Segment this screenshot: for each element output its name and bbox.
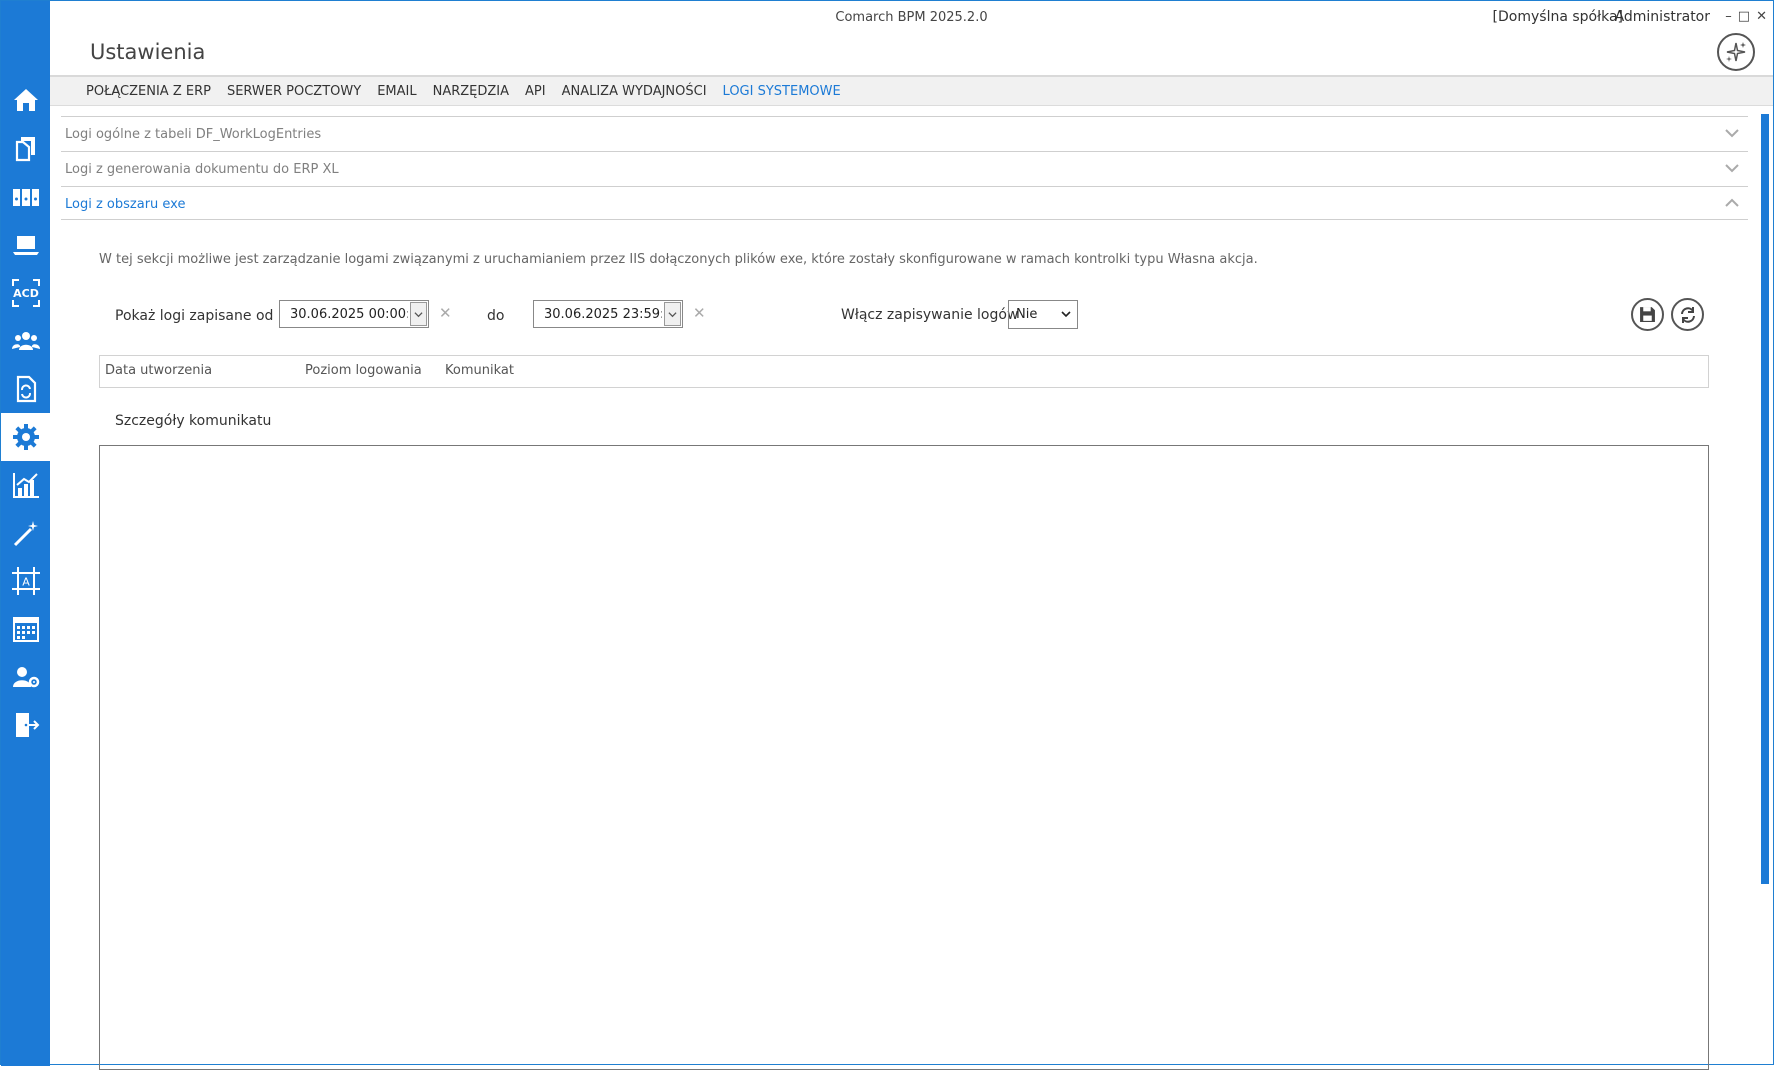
sidebar-item-wizard[interactable]: [1, 509, 50, 557]
chevron-down-icon: [414, 311, 423, 317]
gear-icon: [12, 424, 39, 450]
sidebar-item-documents[interactable]: [1, 124, 50, 172]
refresh-button[interactable]: [1671, 298, 1704, 331]
column-header-created-date[interactable]: Data utworzenia: [105, 363, 212, 378]
sidebar-item-settings[interactable]: [1, 413, 50, 461]
date-to-clear-button[interactable]: ✕: [693, 304, 706, 322]
date-to-label: do: [487, 308, 505, 324]
accordion-item-general-logs[interactable]: Logi ogólne z tabeli DF_WorkLogEntries: [61, 116, 1748, 151]
sidebar-item-workstation[interactable]: [1, 221, 50, 269]
date-to-input[interactable]: [534, 302, 662, 326]
column-header-log-level[interactable]: Poziom logowania: [305, 363, 422, 378]
accordion-item-exe-logs[interactable]: Logi z obszaru exe: [61, 186, 1748, 220]
accordion-label: Logi ogólne z tabeli DF_WorkLogEntries: [65, 127, 322, 142]
floppy-disk-icon: [1640, 307, 1655, 322]
section-description: W tej sekcji możliwe jest zarządzanie lo…: [99, 252, 1258, 267]
minimize-button[interactable]: –: [1725, 9, 1732, 24]
refresh-icon: [1680, 306, 1695, 323]
save-button[interactable]: [1631, 298, 1664, 331]
documents-icon: [15, 137, 35, 162]
chevron-up-icon: [1725, 198, 1739, 207]
sidebar-item-binders[interactable]: [1, 173, 50, 221]
tab-mail-server[interactable]: SERWER POCZTOWY: [219, 84, 369, 99]
save-logs-label: Włącz zapisywanie logów: [841, 307, 1019, 323]
users-icon: [11, 332, 40, 350]
sparkles-icon: [1726, 42, 1746, 62]
message-details-label: Szczegóły komunikatu: [115, 413, 272, 429]
logout-icon: [15, 713, 39, 737]
window-controls: – □ ✕: [1725, 9, 1767, 24]
page-title: Ustawienia: [90, 40, 206, 64]
sidebar-item-home[interactable]: [1, 76, 50, 124]
date-from-field[interactable]: [279, 300, 429, 328]
date-from-clear-button[interactable]: ✕: [439, 304, 452, 322]
save-logs-select[interactable]: Nie: [1008, 300, 1078, 329]
sidebar-item-users[interactable]: [1, 317, 50, 365]
document-sync-icon: [16, 375, 36, 403]
magic-wand-icon: [13, 521, 38, 547]
chevron-down-icon: [1725, 164, 1739, 173]
date-from-label: Pokaż logi zapisane od: [115, 308, 274, 324]
sidebar-item-reports[interactable]: [1, 461, 50, 509]
sidebar-item-logout[interactable]: [1, 701, 50, 749]
close-button[interactable]: ✕: [1756, 9, 1767, 24]
tab-erp-connections[interactable]: POŁĄCZENIA Z ERP: [78, 84, 219, 99]
calendar-icon: [12, 617, 39, 642]
chevron-down-icon: [1061, 311, 1071, 318]
user-name[interactable]: Administrator: [1615, 9, 1710, 25]
acd-label: ACD: [13, 287, 39, 300]
date-to-field[interactable]: [533, 300, 683, 328]
title-bar: Comarch BPM 2025.2.0 [Domyślna spółka] A…: [50, 1, 1773, 35]
binders-icon: [12, 189, 39, 206]
save-logs-value: Nie: [1016, 307, 1038, 322]
design-frame-icon: A: [11, 567, 40, 595]
tab-api[interactable]: API: [517, 84, 554, 99]
sidebar-item-designer[interactable]: A: [1, 557, 50, 605]
accordion-label: Logi z generowania dokumentu do ERP XL: [65, 162, 339, 177]
design-frame-label: A: [22, 576, 30, 589]
tab-tools[interactable]: NARZĘDZIA: [425, 84, 517, 99]
ai-assistant-button[interactable]: [1717, 33, 1755, 71]
user-settings-icon: [12, 667, 39, 688]
sidebar: ACD A: [1, 1, 50, 1066]
sidebar-item-document-sync[interactable]: [1, 365, 50, 413]
acd-icon: ACD: [11, 279, 40, 307]
vertical-scrollbar[interactable]: [1761, 114, 1769, 884]
chevron-down-icon: [668, 311, 677, 317]
tab-system-logs[interactable]: LOGI SYSTEMOWE: [715, 84, 849, 99]
chevron-down-icon: [1725, 129, 1739, 138]
tabs-bar: POŁĄCZENIA Z ERP SERWER POCZTOWY EMAIL N…: [50, 75, 1773, 106]
company-selector[interactable]: [Domyślna spółka]: [1493, 9, 1623, 25]
tab-email[interactable]: EMAIL: [369, 84, 424, 99]
app-window: ACD A Comarch BPM 2025.2.0 [Domyślna spó…: [0, 0, 1774, 1070]
chart-icon: [12, 473, 39, 498]
maximize-button[interactable]: □: [1738, 9, 1750, 24]
logs-grid-header: Data utworzenia Poziom logowania Komunik…: [99, 355, 1709, 388]
date-from-input[interactable]: [280, 302, 408, 326]
sidebar-item-acd[interactable]: ACD: [1, 269, 50, 317]
date-to-dropdown-button[interactable]: [664, 302, 681, 326]
tab-performance-analysis[interactable]: ANALIZA WYDAJNOŚCI: [554, 84, 715, 99]
sidebar-item-calendar[interactable]: [1, 605, 50, 653]
home-icon: [13, 89, 38, 111]
accordion-item-erp-xl-logs[interactable]: Logi z generowania dokumentu do ERP XL: [61, 151, 1748, 186]
date-from-dropdown-button[interactable]: [410, 302, 427, 326]
laptop-icon: [12, 236, 39, 255]
column-header-message[interactable]: Komunikat: [445, 363, 514, 378]
sidebar-item-user-settings[interactable]: [1, 653, 50, 701]
message-details-textarea[interactable]: [99, 445, 1709, 1070]
accordion-label: Logi z obszaru exe: [65, 197, 186, 212]
logs-accordion: Logi ogólne z tabeli DF_WorkLogEntries L…: [61, 116, 1748, 220]
tabs: POŁĄCZENIA Z ERP SERWER POCZTOWY EMAIL N…: [78, 84, 849, 99]
